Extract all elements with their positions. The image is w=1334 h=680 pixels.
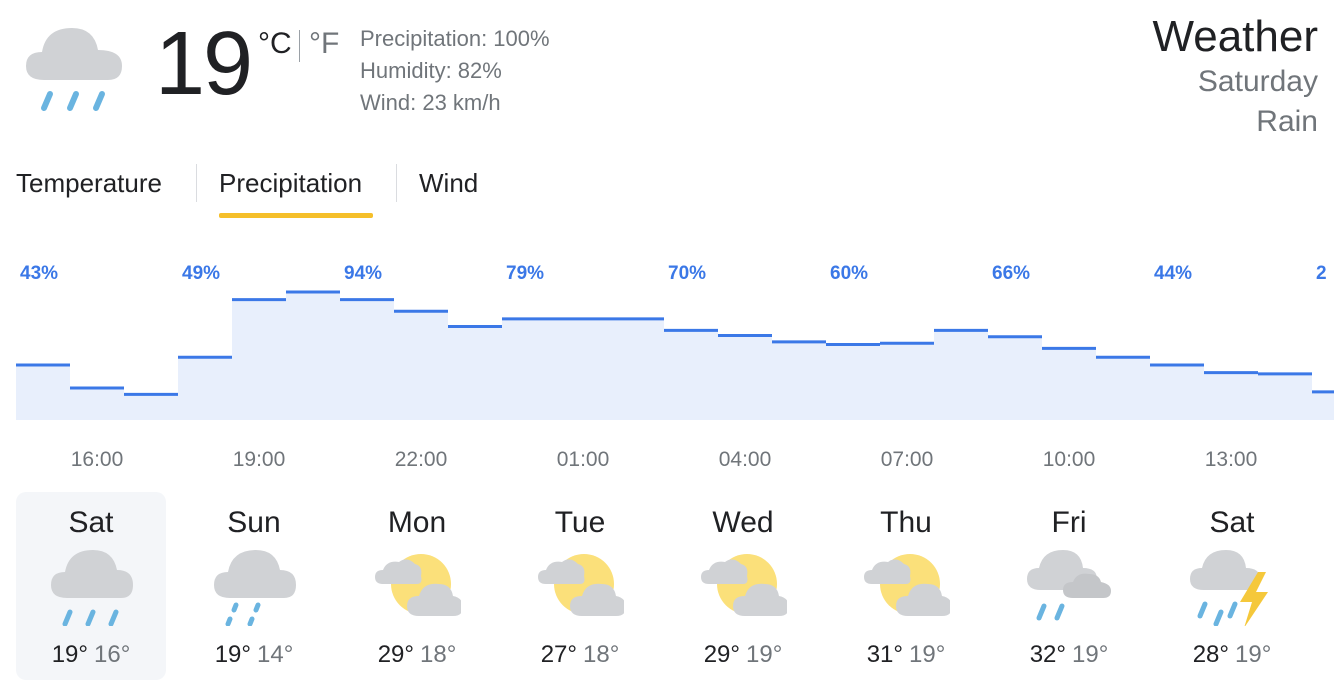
partly-cloudy-icon (373, 544, 463, 626)
hour-tick-label: 01:00 (557, 448, 610, 471)
weather-condition: Rain (1256, 105, 1318, 138)
low-temperature: 19° (746, 641, 783, 668)
day-name: Fri (1051, 506, 1087, 539)
day-temperatures: 19° 14° (179, 640, 329, 670)
high-temperature: 29° (377, 641, 414, 668)
forecast-day-sat[interactable]: Sat 19° 16° (16, 492, 166, 680)
partly-cloudy-icon (536, 544, 626, 626)
forecast-day-thu[interactable]: Thu 31° 19° (831, 492, 981, 680)
precipitation-chart[interactable]: 43% 49% 94% 79% 70% 60% 66% 44% 2 16:00 19:00 22:0… (0, 250, 1334, 480)
high-temperature: 28° (1192, 641, 1229, 668)
wind-detail: Wind: 23 km/h (360, 90, 501, 115)
weather-title: Weather (1152, 12, 1319, 61)
day-name: Wed (712, 506, 774, 539)
low-temperature: 19° (1072, 641, 1109, 668)
precipitation-value-label: 94% (344, 263, 382, 284)
forecast-day-tue[interactable]: Tue 27° 18° (505, 492, 655, 680)
weather-day: Saturday (1197, 65, 1318, 98)
low-temperature: 18° (420, 641, 457, 668)
low-temperature: 19° (909, 641, 946, 668)
day-temperatures: 19° 16° (16, 640, 166, 670)
forecast-day-wed[interactable]: Wed 29° 19° (668, 492, 818, 680)
day-name: Thu (880, 506, 932, 539)
current-temperature: 19 (155, 14, 253, 114)
forecast-day-fri[interactable]: Fri 32° 19° (994, 492, 1144, 680)
hour-tick-label: 10:00 (1043, 448, 1096, 471)
low-temperature: 18° (583, 641, 620, 668)
low-temperature: 19° (1235, 641, 1272, 668)
high-temperature: 32° (1029, 641, 1066, 668)
active-tab-indicator (219, 213, 373, 218)
low-temperature: 14° (257, 641, 294, 668)
hour-tick-label: 07:00 (881, 448, 934, 471)
high-temperature: 27° (540, 641, 577, 668)
low-temperature: 16° (94, 641, 131, 668)
forecast-day-sun[interactable]: Sun 19° 14° (179, 492, 329, 680)
tab-temperature[interactable]: Temperature (16, 166, 162, 200)
humidity-detail: Humidity: 82% (360, 58, 502, 83)
precipitation-detail: Precipitation: 100% (360, 26, 550, 51)
precipitation-value-label: 66% (992, 263, 1030, 284)
celsius-unit-toggle[interactable]: °C (258, 26, 292, 62)
day-temperatures: 29° 18° (342, 640, 492, 670)
thunderstorm-icon (1188, 544, 1276, 628)
tab-wind[interactable]: Wind (419, 166, 478, 200)
precipitation-value-label: 44% (1154, 263, 1192, 284)
hour-tick-label: 22:00 (395, 448, 448, 471)
day-name: Sat (68, 506, 114, 539)
day-temperatures: 32° 19° (994, 640, 1144, 670)
hour-tick-label: 19:00 (233, 448, 286, 471)
day-name: Mon (387, 506, 447, 539)
day-temperatures: 27° 18° (505, 640, 655, 670)
forecast-day-sat[interactable]: Sat 28° 19° (1157, 492, 1307, 680)
precipitation-value-label: 60% (830, 263, 868, 284)
hour-tick-label: 13:00 (1205, 448, 1258, 471)
partly-cloudy-icon (699, 544, 789, 626)
precipitation-value-label: 79% (506, 263, 544, 284)
tab-divider (196, 164, 197, 202)
precipitation-value-label: 43% (20, 263, 58, 284)
high-temperature: 31° (866, 641, 903, 668)
forecast-day-mon[interactable]: Mon 29° 18° (342, 492, 492, 680)
precipitation-value-label: 49% (182, 263, 220, 284)
high-temperature: 19° (51, 641, 88, 668)
partly-cloudy-icon (862, 544, 952, 626)
day-name: Tue (554, 506, 606, 539)
hour-tick-label: 04:00 (719, 448, 772, 471)
day-name: Sat (1209, 506, 1255, 539)
day-name: Sun (227, 506, 281, 539)
tab-precipitation[interactable]: Precipitation (219, 166, 362, 200)
tab-divider (396, 164, 397, 202)
hour-tick-label: 16:00 (71, 448, 124, 471)
day-temperatures: 28° 19° (1157, 640, 1307, 670)
unit-separator (299, 30, 300, 62)
day-temperatures: 29° 19° (668, 640, 818, 670)
fahrenheit-unit-toggle[interactable]: °F (309, 26, 339, 62)
light-rain-icon (210, 544, 298, 627)
precipitation-value-label: 70% (668, 263, 706, 284)
day-temperatures: 31° 19° (831, 640, 981, 670)
high-temperature: 19° (214, 641, 251, 668)
current-weather-icon (22, 20, 128, 116)
rain-icon (47, 544, 135, 627)
showers-clouds-icon (1025, 544, 1113, 626)
high-temperature: 29° (703, 641, 740, 668)
precipitation-value-label: 2 (1316, 263, 1327, 284)
